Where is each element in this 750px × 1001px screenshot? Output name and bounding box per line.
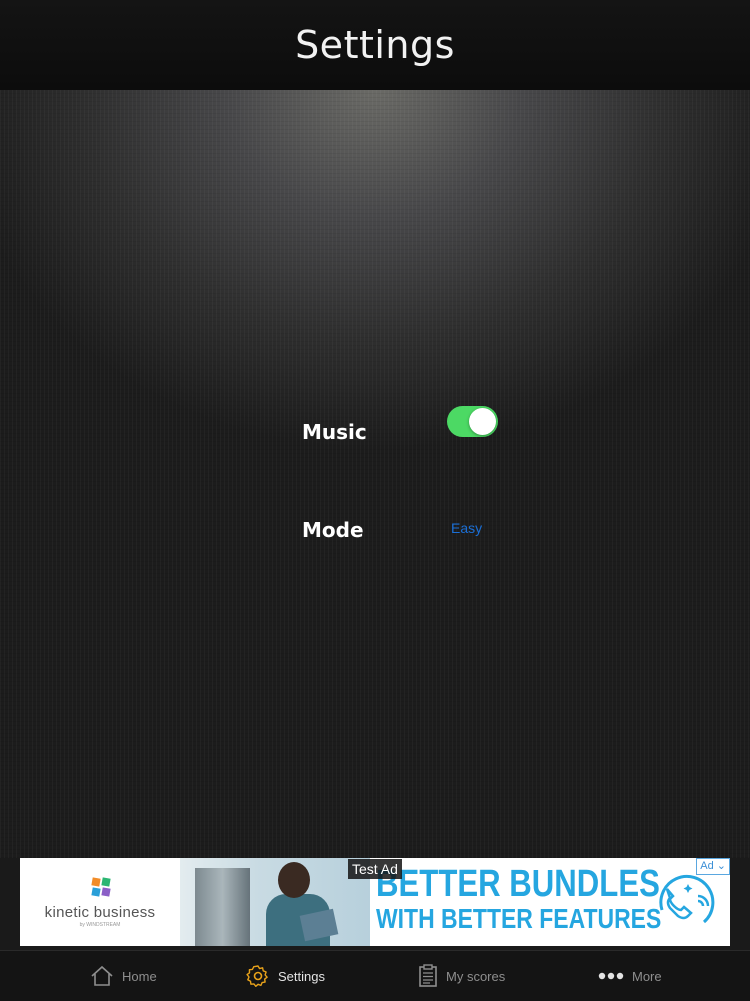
kinetic-logo-icon [91,877,111,897]
tab-settings-label: Settings [278,968,325,984]
ad-brand-panel: kinetic business by WINDSTREAM [20,858,180,946]
ad-tag-label: Ad [700,860,714,872]
home-icon [91,965,113,986]
tab-my-scores[interactable]: My scores [418,951,505,1001]
mode-selector[interactable]: Easy [451,520,482,536]
ad-photo-machine [195,868,250,946]
ad-headline: BETTER BUNDLES WITH BETTER FEATURES [376,865,661,936]
ad-brand-name: kinetic business [44,904,156,921]
more-dots-icon [598,972,624,980]
tab-more[interactable]: More [598,951,662,1001]
ad-headline-line-1: BETTER BUNDLES [376,863,660,905]
tab-home-label: Home [122,968,157,984]
ad-brand-sub: by WINDSTREAM [79,922,121,928]
music-toggle[interactable] [447,406,498,437]
page-title: Settings [295,23,455,67]
tab-home[interactable]: Home [90,951,157,1001]
ad-photo-person-head [278,862,310,898]
clipboard-icon [419,964,437,987]
ad-choices-tag[interactable]: Ad ⌄ [696,858,730,875]
tab-more-label: More [632,968,662,984]
music-label: Music [302,420,367,444]
nav-bar: Settings [0,0,750,90]
tab-settings[interactable]: Settings [246,951,325,1001]
test-ad-label: Test Ad [348,859,402,879]
gear-icon [246,965,268,987]
phone-wifi-icon [659,874,715,924]
tab-my-scores-label: My scores [446,968,506,984]
mode-label: Mode [302,518,364,542]
toggle-knob [469,408,496,435]
ad-headline-line-2: WITH BETTER FEATURES [376,903,662,934]
settings-panel [0,90,750,858]
tab-bar: Home Settings My scores More [0,950,750,1001]
